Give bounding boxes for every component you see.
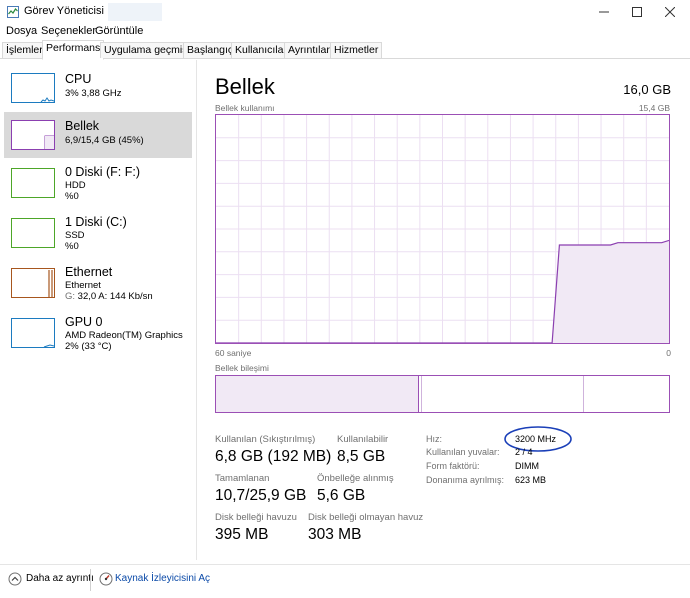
close-icon (665, 7, 675, 17)
tab-processes[interactable]: İşlemler (2, 42, 47, 58)
page-title: Bellek (215, 74, 275, 99)
resource-monitor-link[interactable]: Kaynak İzleyicisini Aç (97, 570, 247, 590)
sidebar-title: GPU 0 (65, 315, 103, 329)
paged-pool-label: Disk belleği havuzu (215, 512, 297, 523)
disk0-mini-graph (11, 168, 55, 198)
memory-usage-graph (215, 114, 670, 344)
menu-options[interactable]: Seçenekler (41, 25, 96, 37)
chevron-up-icon (8, 572, 22, 586)
composition-divider (418, 376, 419, 412)
cached-label: Önbelleğe alınmış (317, 473, 394, 484)
sidebar-title: 0 Diski (F: F:) (65, 165, 140, 179)
sidebar-item-disk-1[interactable]: 1 Diski (C:) SSD %0 (4, 210, 192, 258)
form-factor-label: Form faktörü: (426, 461, 480, 471)
composition-divider (583, 376, 584, 412)
composition-in-use (216, 376, 418, 412)
total-memory: 16,0 GB (623, 82, 671, 97)
footer-divider (90, 569, 91, 591)
sidebar-item-memory[interactable]: Bellek 6,9/15,4 GB (45%) (4, 112, 192, 158)
menu-bar: Dosya Seçenekler Görüntüle (0, 24, 690, 40)
sidebar-subtitle: Ethernet (65, 280, 101, 291)
cpu-mini-graph (11, 73, 55, 103)
cached-value: 5,6 GB (317, 487, 366, 504)
sidebar-subtitle: HDD (65, 180, 86, 191)
nonpaged-pool-label: Disk belleği olmayan havuz (308, 512, 424, 523)
in-use-label: Kullanılan (Sıkıştırılmış) (215, 434, 316, 445)
in-use-value: 6,8 GB (192 MB) (215, 448, 332, 465)
sidebar-item-cpu[interactable]: CPU 3% 3,88 GHz (4, 68, 192, 110)
tab-services[interactable]: Hizmetler (330, 42, 383, 58)
memory-composition-bar (215, 375, 670, 413)
resource-monitor-label: Kaynak İzleyicisini Aç (115, 573, 211, 584)
slots-label: Kullanılan yuvalar: (426, 447, 500, 457)
tab-performance[interactable]: Performans (42, 40, 105, 60)
sidebar-title: 1 Diski (C:) (65, 215, 127, 229)
speed-highlight-circle (504, 426, 572, 452)
close-button[interactable] (650, 0, 690, 24)
composition-label: Bellek bileşimi (215, 363, 269, 373)
tab-startup[interactable]: Başlangıç (183, 42, 238, 58)
nonpaged-pool-value: 303 MB (308, 526, 362, 543)
disk1-mini-graph (11, 218, 55, 248)
resource-sidebar: CPU 3% 3,88 GHz Bellek 6,9/15,4 GB (45%)… (0, 60, 197, 560)
sidebar-item-ethernet[interactable]: Ethernet Ethernet G: 32,0 A: 144 Kb/sn (4, 260, 192, 308)
sidebar-subtitle-2: G: 32,0 A: 144 Kb/sn (65, 291, 153, 302)
task-manager-icon (7, 6, 19, 18)
memory-mini-graph (11, 120, 55, 150)
available-label: Kullanılabilir (337, 434, 389, 445)
ethernet-mini-graph (11, 268, 55, 298)
sidebar-subtitle: 6,9/15,4 GB (45%) (65, 135, 144, 146)
window-title: Görev Yöneticisi (24, 5, 104, 17)
committed-label: Tamamlanan (215, 473, 270, 484)
tab-app-history[interactable]: Uygulama geçmişi (100, 42, 194, 58)
fewer-details-label: Daha az ayrıntı (26, 573, 94, 584)
paged-pool-value: 395 MB (215, 526, 269, 543)
time-axis-end: 0 (666, 348, 671, 358)
ethernet-throughput: 32,0 A: 144 Kb/sn (77, 291, 153, 302)
menu-view[interactable]: Görüntüle (95, 25, 143, 37)
sidebar-title: Bellek (65, 119, 100, 133)
memory-usage-chart (216, 115, 669, 343)
hardware-reserved-label: Donanıma ayrılmış: (426, 475, 505, 485)
sidebar-subtitle-2: 2% (33 °C) (65, 341, 112, 352)
hardware-reserved-value: 623 MB (515, 475, 547, 485)
speed-label: Hız: (426, 434, 443, 444)
committed-value: 10,7/25,9 GB (215, 487, 307, 504)
tab-strip: İşlemler Performans Uygulama geçmişi Baş… (0, 40, 690, 60)
sidebar-title: Ethernet (65, 265, 113, 279)
title-highlight (108, 3, 162, 21)
usage-graph-label: Bellek kullanımı (215, 103, 275, 113)
time-axis-start: 60 saniye (215, 348, 252, 358)
tab-users[interactable]: Kullanıcılar (231, 42, 291, 58)
tab-details[interactable]: Ayrıntılar (284, 42, 334, 58)
gpu-mini-graph (11, 318, 55, 348)
title-bar: Görev Yöneticisi (0, 0, 690, 24)
resource-monitor-icon (99, 572, 113, 586)
sidebar-item-disk-0[interactable]: 0 Diski (F: F:) HDD %0 (4, 160, 192, 208)
available-value: 8,5 GB (337, 448, 386, 465)
sidebar-subtitle: SSD (65, 230, 85, 241)
sidebar-title: CPU (65, 72, 92, 86)
slots-value: 2 / 4 (515, 447, 533, 457)
minimize-icon (599, 11, 609, 13)
form-factor-value: DIMM (515, 461, 539, 471)
usage-graph-max: 15,4 GB (638, 103, 670, 113)
sidebar-subtitle: 3% 3,88 GHz (65, 88, 122, 99)
sidebar-item-gpu[interactable]: GPU 0 AMD Radeon(TM) Graphics 2% (33 °C) (4, 310, 192, 358)
sidebar-subtitle: AMD Radeon(TM) Graphics (65, 330, 183, 341)
menu-file[interactable]: Dosya (6, 25, 37, 37)
sidebar-subtitle-2: %0 (65, 241, 79, 252)
ethernet-send-label: G: (65, 291, 78, 302)
footer-bar: Daha az ayrıntı Kaynak İzleyicisini Aç (0, 564, 690, 598)
maximize-icon (632, 7, 642, 17)
sidebar-subtitle-2: %0 (65, 191, 79, 202)
composition-divider (421, 376, 422, 412)
